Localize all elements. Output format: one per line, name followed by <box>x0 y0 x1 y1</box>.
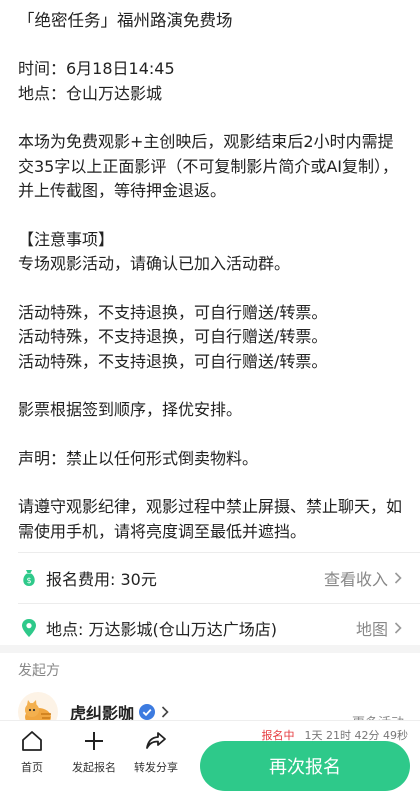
fee-label: 报名费用: 30元 <box>46 570 157 589</box>
special-notice-3: 活动特殊，不支持退换，可自行赠送/转票。 <box>18 351 328 371</box>
money-bag-icon: $ <box>18 567 40 589</box>
verified-badge-icon <box>139 704 156 720</box>
post-content: 「绝密任务」福州路演免费场 时间：6月18日14:45 地点：仓山万达影城 本场… <box>0 0 420 544</box>
plus-icon <box>85 732 103 750</box>
chevron-right-icon <box>394 622 402 634</box>
nav-create[interactable]: 发起报名 <box>62 729 126 775</box>
home-icon <box>22 731 42 751</box>
statement: 声明：禁止以任何形式倒卖物料。 <box>18 448 259 468</box>
map-button[interactable]: 地图 <box>356 616 402 640</box>
organizer-heading: 发起方 <box>18 663 60 679</box>
post-title: 「绝密任务」福州路演免费场 <box>18 11 233 30</box>
special-notice-2: 活动特殊，不支持退换，可自行赠送/转票。 <box>18 327 328 346</box>
ticket-order-note: 影票根据签到顺序，择优安排。 <box>18 400 243 419</box>
view-income-label: 查看收入 <box>323 570 388 589</box>
special-notice-1: 活动特殊，不支持退换，可自行赠送/转票。 <box>18 302 328 322</box>
event-description: 本场为免费观影+主创映后，观影结束后2小时内需提交35字以上正面影评（不可复制影… <box>18 132 399 200</box>
chevron-right-icon <box>394 572 402 584</box>
nav-share[interactable]: 转发分享 <box>124 729 188 775</box>
notice-title: 【注意事项】 <box>18 229 115 249</box>
location-pin-icon <box>18 617 40 639</box>
location-label: 地点: 万达影城(仓山万达广场店) <box>46 620 277 639</box>
discipline-note: 请遵守观影纪律，观影过程中禁止屏摄、禁止聊天，如需使用手机，请将亮度调至最低并遮… <box>18 497 403 541</box>
notice-line: 专场观影活动，请确认已加入活动群。 <box>18 254 291 273</box>
nav-home[interactable]: 首页 <box>0 729 64 775</box>
view-income-button[interactable]: 查看收入 <box>324 566 402 590</box>
event-place: 地点：仓山万达影城 <box>18 83 163 103</box>
svg-text:$: $ <box>26 576 31 585</box>
bottom-action-bar: 首页 发起报名 转发分享 报名中 1天 21时 42分 49秒 再次报名 <box>0 720 420 800</box>
nav-share-label: 转发分享 <box>134 761 178 774</box>
event-time: 时间：6月18日14:45 <box>18 59 175 78</box>
section-separator <box>0 645 420 653</box>
share-icon <box>146 732 166 749</box>
nav-home-label: 首页 <box>21 761 43 774</box>
fee-row[interactable]: $ 报名费用: 30元 查看收入 <box>0 553 420 603</box>
chevron-right-icon <box>161 706 169 718</box>
map-label: 地图 <box>355 620 388 639</box>
register-again-button[interactable]: 再次报名 <box>200 741 410 791</box>
nav-create-label: 发起报名 <box>72 761 116 774</box>
